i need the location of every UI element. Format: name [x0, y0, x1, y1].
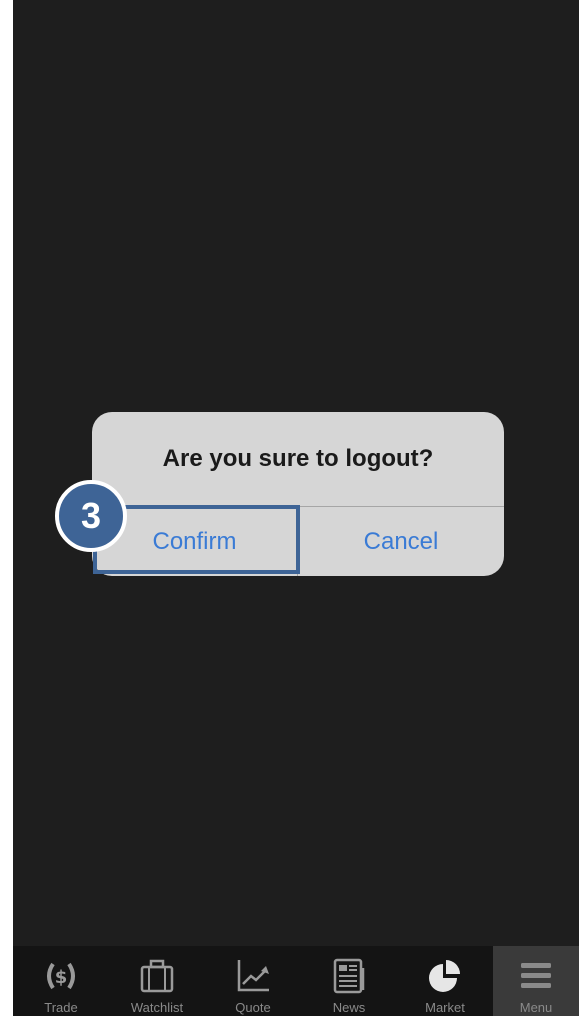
tab-watchlist[interactable]: Watchlist [109, 946, 205, 1016]
tab-market[interactable]: Market [397, 946, 493, 1016]
tab-news[interactable]: News [301, 946, 397, 1016]
tab-quote[interactable]: Quote [205, 946, 301, 1016]
tab-trade[interactable]: $ Trade [13, 946, 109, 1016]
tab-label-menu: Menu [519, 1000, 553, 1015]
logout-dialog: Are you sure to logout? Confirm Cancel [92, 412, 504, 576]
hamburger-menu-icon [514, 954, 558, 998]
dialog-message: Are you sure to logout? [162, 445, 434, 472]
bottom-tab-bar: $ Trade Watchlist Quote News Market Menu [13, 946, 579, 1016]
newspaper-icon [327, 954, 371, 998]
briefcase-icon [135, 954, 179, 998]
pie-chart-icon [423, 954, 467, 998]
tab-label-market: Market [425, 1000, 465, 1015]
tab-label-news: News [332, 1000, 366, 1015]
svg-text:$: $ [55, 967, 68, 988]
dollar-cycle-icon: $ [39, 954, 83, 998]
tab-label-quote: Quote [235, 1000, 271, 1015]
cancel-button[interactable]: Cancel [298, 507, 504, 576]
step-number-badge: 3 [55, 480, 127, 552]
tab-menu[interactable]: Menu [493, 946, 579, 1016]
tab-label-trade: Trade [44, 1000, 78, 1015]
line-chart-icon [231, 954, 275, 998]
tab-label-watchlist: Watchlist [130, 1000, 184, 1015]
